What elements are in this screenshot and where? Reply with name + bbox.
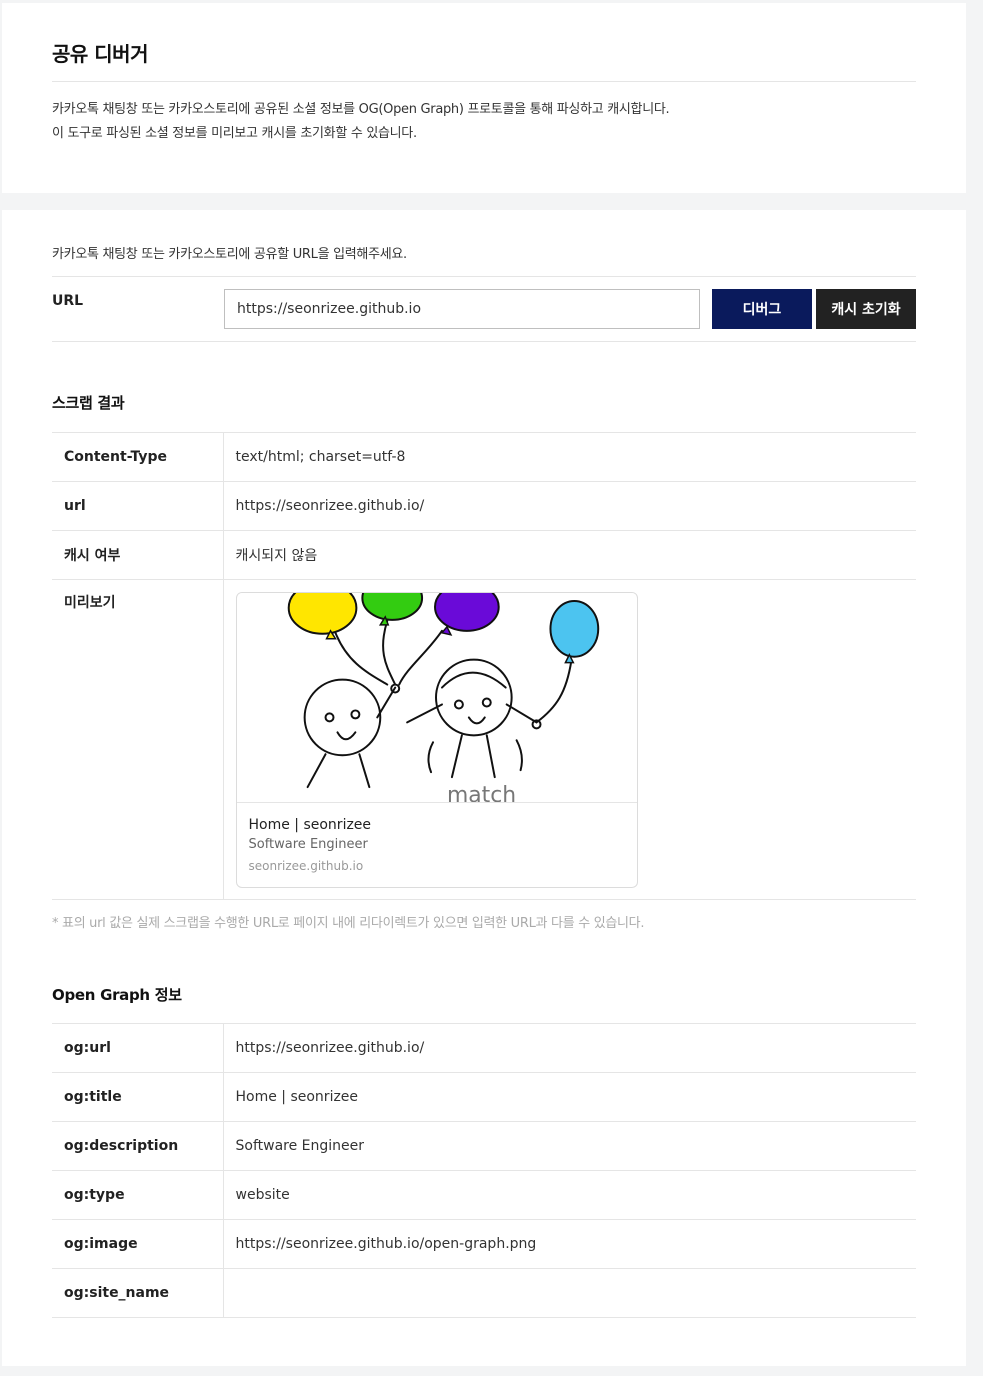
table-row: Content-Type text/html; charset=utf-8 xyxy=(52,432,916,482)
row-value: https://seonrizee.github.io/ xyxy=(223,1023,916,1073)
row-key: og:description xyxy=(52,1121,224,1171)
table-row: og:url https://seonrizee.github.io/ xyxy=(52,1023,916,1073)
url-input[interactable] xyxy=(224,289,700,329)
og-table-wrap: og:url https://seonrizee.github.io/ og:t… xyxy=(52,1023,916,1318)
url-note: * 표의 url 값은 실제 스크랩을 수행한 URL로 페이지 내에 리다이렉… xyxy=(52,916,645,931)
debug-button[interactable]: 디버그 xyxy=(712,289,812,329)
row-key: url xyxy=(52,481,224,531)
row-value: Software Engineer xyxy=(223,1121,916,1171)
table-row: url https://seonrizee.github.io/ xyxy=(52,481,916,531)
url-hint: 카카오톡 채팅창 또는 카카오스토리에 공유할 URL을 입력해주세요. xyxy=(52,247,407,262)
description-line-1: 카카오톡 채팅창 또는 카카오스토리에 공유된 소셜 정보를 OG(Open G… xyxy=(52,102,670,117)
row-key: 캐시 여부 xyxy=(52,530,224,580)
row-key: og:image xyxy=(52,1219,224,1269)
link-preview-card[interactable]: match Home | seonrizee Software Engineer… xyxy=(235,592,638,888)
row-value: website xyxy=(223,1170,916,1220)
row-key: og:title xyxy=(52,1072,224,1122)
row-key: og:site_name xyxy=(52,1268,224,1318)
row-value xyxy=(223,1268,916,1318)
preview-row: 미리보기 match Home | seonrizee Software Eng… xyxy=(52,579,916,900)
row-key: 미리보기 xyxy=(52,579,224,900)
preview-image: match xyxy=(236,593,637,803)
og-info-title: Open Graph 정보 xyxy=(52,986,182,1004)
scrape-result-table: Content-Type text/html; charset=utf-8 ur… xyxy=(52,432,916,900)
row-key: og:url xyxy=(52,1023,224,1073)
row-value: https://seonrizee.github.io/open-graph.p… xyxy=(223,1219,916,1269)
title-divider xyxy=(52,81,916,82)
row-value: 캐시되지 않음 xyxy=(223,530,916,580)
preview-text: Home | seonrizee Software Engineer seonr… xyxy=(237,803,637,887)
row-value: Home | seonrizee xyxy=(223,1072,916,1122)
table-row: og:site_name xyxy=(52,1268,916,1318)
page-title: 공유 디버거 xyxy=(52,42,148,66)
preview-description: Software Engineer xyxy=(248,837,368,852)
row-value: https://seonrizee.github.io/ xyxy=(223,481,916,531)
url-form-row: URL 디버그 캐시 초기화 xyxy=(52,276,916,342)
cache-reset-button[interactable]: 캐시 초기화 xyxy=(816,289,916,329)
preview-title: Home | seonrizee xyxy=(248,817,372,833)
header-card: 공유 디버거 카카오톡 채팅창 또는 카카오스토리에 공유된 소셜 정보를 OG… xyxy=(2,3,966,193)
description-line-2: 이 도구로 파싱된 소셜 정보를 미리보고 캐시를 초기화할 수 있습니다. xyxy=(52,126,417,141)
row-value: text/html; charset=utf-8 xyxy=(223,432,916,482)
table-row: 캐시 여부 캐시되지 않음 xyxy=(52,530,916,580)
row-key: Content-Type xyxy=(52,432,224,482)
og-table: og:url https://seonrizee.github.io/ og:t… xyxy=(52,1023,916,1318)
row-key: og:type xyxy=(52,1170,224,1220)
table-row: og:image https://seonrizee.github.io/ope… xyxy=(52,1219,916,1269)
main-card: 카카오톡 채팅창 또는 카카오스토리에 공유할 URL을 입력해주세요. URL… xyxy=(2,210,966,1366)
image-handwriting: match xyxy=(446,783,515,803)
table-row: og:type website xyxy=(52,1170,916,1220)
url-label: URL xyxy=(52,293,84,309)
preview-cell: match Home | seonrizee Software Engineer… xyxy=(223,579,916,900)
table-row: og:title Home | seonrizee xyxy=(52,1072,916,1122)
preview-domain: seonrizee.github.io xyxy=(248,859,364,873)
table-row: og:description Software Engineer xyxy=(52,1121,916,1171)
scrape-result-title: 스크랩 결과 xyxy=(52,394,125,412)
scrape-result-table-wrap: Content-Type text/html; charset=utf-8 ur… xyxy=(52,432,916,900)
